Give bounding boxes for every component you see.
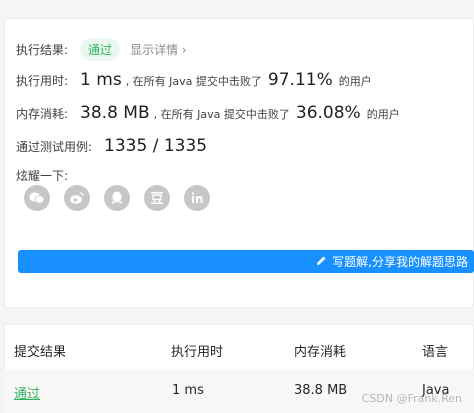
status-badge: 通过 [80, 38, 121, 61]
qq-icon[interactable] [104, 185, 130, 211]
linkedin-icon[interactable] [184, 185, 210, 211]
memory-percent: 36.08% [295, 103, 361, 123]
runtime-value: 1 ms [80, 70, 122, 90]
memory-value: 38.8 MB [80, 103, 150, 123]
write-solution-label: 写题解,分享我的解题思路 [332, 255, 468, 269]
show-details-link[interactable]: 显示详情 › [130, 41, 187, 58]
table-header-language: 语言 [422, 345, 449, 360]
tests-label: 通过测试用例: [16, 140, 93, 154]
runtime-label: 执行用时: [16, 74, 69, 88]
table-header-status: 提交结果 [14, 345, 67, 360]
write-solution-button[interactable]: 写题解,分享我的解题思路 [18, 250, 474, 273]
watermark: CSDN @Frank.Ren [361, 392, 462, 405]
wechat-icon[interactable] [24, 185, 50, 211]
memory-label: 内存消耗: [16, 107, 69, 121]
row-time: 1 ms [172, 383, 204, 398]
memory-prefix: , 在所有 Java 提交中击败了 [153, 108, 290, 121]
douban-icon[interactable] [144, 185, 170, 211]
share-label-row: 炫耀一下: [16, 167, 68, 184]
result-row: 执行结果: 通过 显示详情 › [16, 38, 187, 61]
table-header-memory: 内存消耗 [294, 345, 347, 360]
row-status-link[interactable]: 通过 [14, 383, 40, 402]
row-memory: 38.8 MB [294, 383, 348, 398]
table-header-time: 执行用时 [171, 345, 224, 360]
pencil-icon [316, 255, 327, 269]
share-label: 炫耀一下: [16, 169, 69, 183]
memory-row: 内存消耗: 38.8 MB , 在所有 Java 提交中击败了 36.08% 的… [16, 103, 400, 123]
share-icons [24, 185, 210, 211]
result-label: 执行结果: [16, 43, 69, 57]
runtime-suffix: 的用户 [338, 75, 372, 88]
weibo-icon[interactable] [64, 185, 90, 211]
runtime-percent: 97.11% [267, 70, 333, 90]
memory-suffix: 的用户 [366, 108, 400, 121]
tests-row: 通过测试用例: 1335 / 1335 [16, 136, 211, 156]
runtime-row: 执行用时: 1 ms , 在所有 Java 提交中击败了 97.11% 的用户 [16, 70, 372, 90]
runtime-prefix: , 在所有 Java 提交中击败了 [125, 75, 262, 88]
tests-value: 1335 / 1335 [104, 136, 208, 156]
